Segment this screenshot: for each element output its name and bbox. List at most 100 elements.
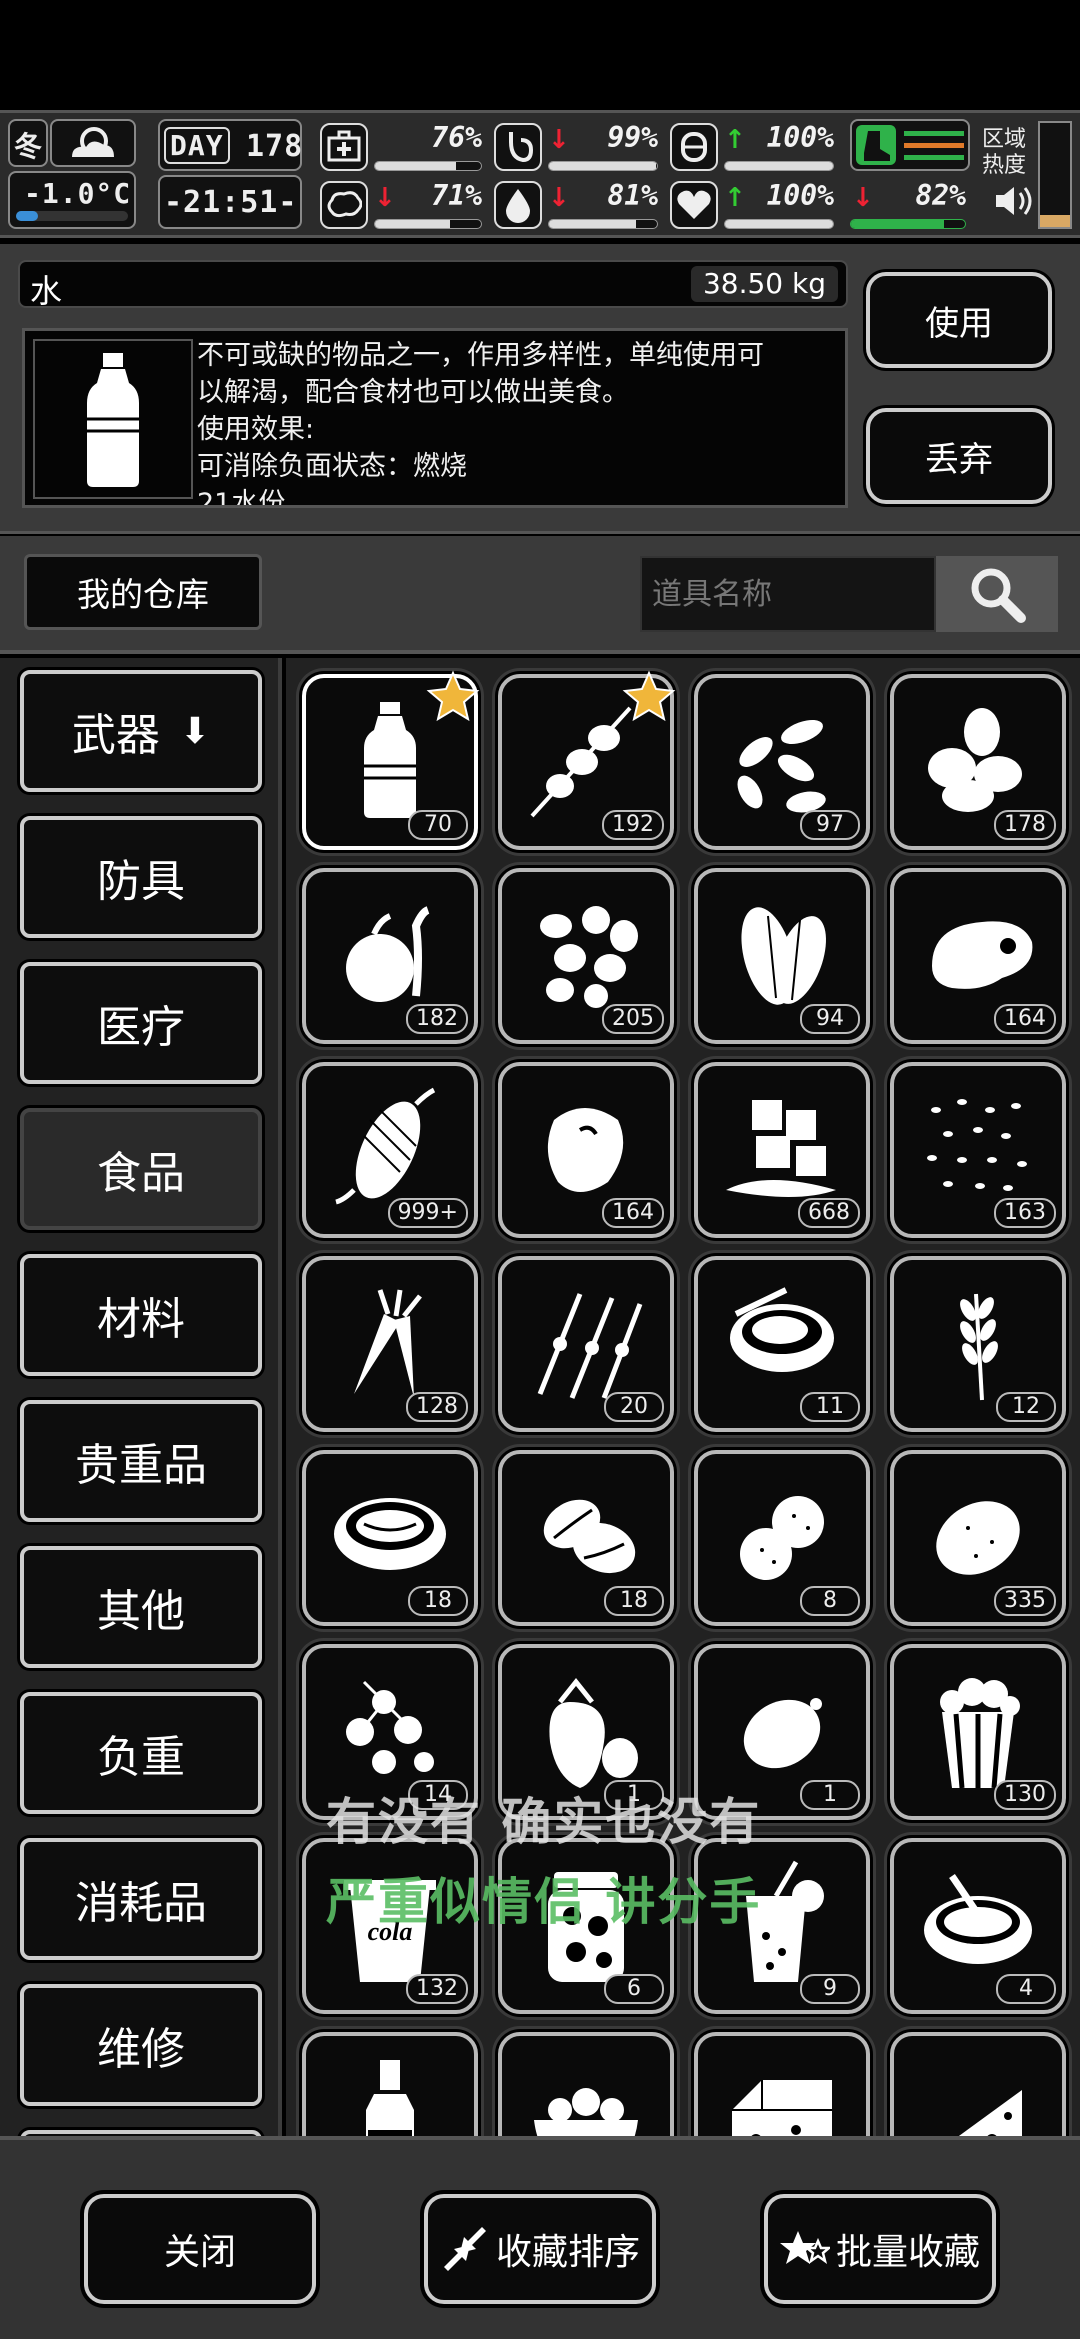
item-slot[interactable]: 4 bbox=[890, 1838, 1066, 2014]
steak-icon bbox=[547, 1108, 624, 1192]
stat-stamina: ↓ 82% bbox=[850, 179, 970, 231]
category-consumables[interactable]: 消耗品 bbox=[20, 1838, 262, 1960]
category-food[interactable]: 食品 bbox=[20, 1108, 262, 1230]
item-slot[interactable]: 182 bbox=[302, 868, 478, 1044]
carrot-icon bbox=[354, 1289, 422, 1398]
item-slot[interactable]: 97 bbox=[694, 674, 870, 850]
stamina-panel bbox=[850, 119, 970, 171]
item-slot[interactable] bbox=[302, 2032, 478, 2136]
item-slot[interactable]: 18 bbox=[302, 1450, 478, 1626]
category-other[interactable]: 其他 bbox=[20, 1546, 262, 1668]
item-slot[interactable]: 70 bbox=[302, 670, 480, 850]
clock-time: -21:51- bbox=[164, 185, 298, 220]
item-count: 4 bbox=[996, 1974, 1056, 2004]
beans-icon bbox=[540, 906, 638, 1008]
description-line: 21水份 bbox=[197, 488, 286, 508]
item-count: 97 bbox=[800, 810, 860, 840]
lyric-line: 有没有 确实也没有 bbox=[326, 1793, 762, 1851]
stat-bar bbox=[548, 219, 658, 229]
grains-icon bbox=[927, 1099, 1027, 1191]
season-badge: 冬 bbox=[8, 119, 48, 167]
arrow-down-icon: ⬇ bbox=[179, 710, 211, 752]
tofu-icon bbox=[726, 1100, 836, 1197]
item-slot[interactable]: 8 bbox=[694, 1450, 870, 1626]
item-slot[interactable]: 178 bbox=[890, 674, 1066, 850]
item-slot[interactable]: 205 bbox=[498, 868, 674, 1044]
item-weight: 38.50 kg bbox=[690, 266, 838, 302]
stat-health: 76% bbox=[320, 121, 486, 173]
leaves-icon bbox=[741, 907, 826, 1005]
item-slot[interactable] bbox=[498, 2032, 674, 2136]
discard-button[interactable]: 丢弃 bbox=[866, 408, 1052, 504]
item-slot[interactable]: 130 bbox=[890, 1644, 1066, 1820]
zone-heat-label: 区域 热度 bbox=[982, 127, 1026, 179]
close-button[interactable]: 关闭 bbox=[84, 2194, 316, 2304]
item-slot[interactable]: 128 bbox=[302, 1256, 478, 1432]
weather-icon bbox=[50, 119, 136, 167]
item-slot[interactable]: 11 bbox=[694, 1256, 870, 1432]
clock-display: -21:51- bbox=[158, 175, 302, 229]
stat-thirst: ↓ 81% bbox=[494, 179, 662, 231]
cheese-wedge-icon bbox=[958, 2090, 1022, 2136]
batch-favorite-button[interactable]: 批量收藏 bbox=[764, 2194, 996, 2304]
arrow-up-icon: ↑ bbox=[724, 125, 746, 155]
category-armor[interactable]: 防具 bbox=[20, 816, 262, 938]
category-repair[interactable]: 维修 bbox=[20, 1984, 262, 2106]
search-input[interactable] bbox=[640, 556, 936, 632]
sort-favorites-button[interactable]: 收藏排序 bbox=[424, 2194, 656, 2304]
item-slot[interactable]: 192 bbox=[498, 670, 676, 850]
category-weapons[interactable]: 武器 ⬇ bbox=[20, 670, 262, 792]
item-slot[interactable]: 94 bbox=[694, 868, 870, 1044]
item-slot[interactable]: 164 bbox=[498, 1062, 674, 1238]
search-button[interactable] bbox=[936, 556, 1058, 632]
stat-value: 71% bbox=[431, 179, 482, 212]
description-line: 不可或缺的物品之一，作用多样性，单纯使用可 bbox=[197, 340, 764, 371]
stat-value: 76% bbox=[431, 121, 482, 154]
category-medical[interactable]: 医疗 bbox=[20, 962, 262, 1084]
item-count: 164 bbox=[602, 1198, 664, 1228]
item-count: 128 bbox=[406, 1392, 468, 1422]
salad-bowl-icon bbox=[534, 2088, 638, 2136]
item-count: 6 bbox=[604, 1974, 664, 2004]
item-slot[interactable]: 164 bbox=[890, 868, 1066, 1044]
day-counter: DAY 178 bbox=[158, 119, 302, 171]
item-count: 9 bbox=[800, 1974, 860, 2004]
item-slot[interactable] bbox=[694, 2032, 870, 2136]
description-line: 可消除负面状态：燃烧 bbox=[197, 451, 467, 482]
item-count: 8 bbox=[800, 1586, 860, 1616]
item-count: 1 bbox=[800, 1780, 860, 1810]
arrow-down-icon: ↓ bbox=[548, 125, 570, 155]
item-slot[interactable]: 668 bbox=[694, 1062, 870, 1238]
item-slot[interactable]: 999+ bbox=[302, 1062, 478, 1238]
category-materials[interactable]: 材料 bbox=[20, 1254, 262, 1376]
arrow-down-icon: ↓ bbox=[374, 183, 396, 213]
stat-sanity: ↓ 71% bbox=[320, 179, 486, 231]
category-label: 负重 bbox=[97, 1732, 185, 1783]
item-slot[interactable]: 335 bbox=[890, 1450, 1066, 1626]
item-count: 70 bbox=[408, 810, 468, 840]
corn-icon bbox=[335, 1087, 436, 1205]
speaker-icon[interactable] bbox=[994, 183, 1034, 223]
category-label: 消耗品 bbox=[75, 1878, 207, 1929]
category-carry[interactable]: 负重 bbox=[20, 1692, 262, 1814]
item-slot[interactable]: 18 bbox=[498, 1450, 674, 1626]
use-button[interactable]: 使用 bbox=[866, 272, 1052, 368]
stew-icon bbox=[334, 1498, 446, 1570]
item-slot[interactable]: 163 bbox=[890, 1062, 1066, 1238]
arrow-down-icon: ↓ bbox=[852, 183, 874, 213]
close-label: 关闭 bbox=[163, 2232, 236, 2273]
stat-bar bbox=[724, 219, 834, 229]
sort-label: 收藏排序 bbox=[495, 2232, 640, 2273]
item-slot[interactable] bbox=[890, 2032, 1066, 2136]
stat-bar bbox=[374, 161, 482, 171]
stat-value: 99% bbox=[607, 121, 658, 154]
berries-icon bbox=[346, 1680, 434, 1774]
heat-label: 热度 bbox=[982, 153, 1027, 178]
item-slot[interactable]: 20 bbox=[498, 1256, 674, 1432]
item-count: 12 bbox=[996, 1392, 1056, 1422]
bladder-icon bbox=[670, 123, 718, 171]
category-label: 其他 bbox=[97, 1586, 185, 1637]
item-slot[interactable]: 12 bbox=[890, 1256, 1066, 1432]
season-label: 冬 bbox=[14, 130, 44, 163]
category-valuables[interactable]: 贵重品 bbox=[20, 1400, 262, 1522]
